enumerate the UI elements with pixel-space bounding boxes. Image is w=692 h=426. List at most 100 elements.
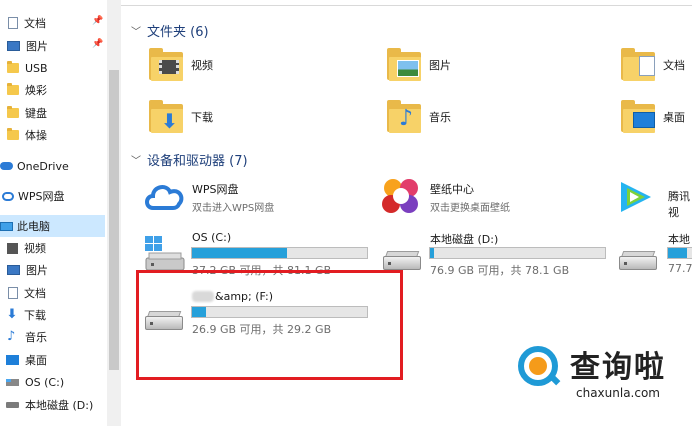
wps-cloud-icon <box>2 191 14 201</box>
nav-item-pictures-quick[interactable]: 图片 <box>0 35 105 57</box>
nav-item-documents-quick[interactable]: 文档 <box>0 12 105 34</box>
os-drive-icon <box>145 236 185 271</box>
nav-item-os-c[interactable]: OS (C:) <box>0 371 105 393</box>
nav-label: 视频 <box>24 242 46 255</box>
folder-icon <box>7 83 19 95</box>
nav-label: OS (C:) <box>25 375 65 389</box>
section-title: 文件夹 (6) <box>147 24 209 40</box>
pin-icon: 📌 <box>92 39 104 49</box>
drive-usage-fill <box>668 248 687 258</box>
nav-label: OneDrive <box>17 159 69 173</box>
drive-usage-fill <box>192 248 287 258</box>
wps-cloud-tile[interactable] <box>143 178 187 214</box>
nav-item-videos[interactable]: 视频 <box>0 237 105 259</box>
app-subtitle: 双击进入WPS网盘 <box>192 203 275 214</box>
watermark-url: chaxunla.com <box>576 386 660 400</box>
watermark-logo-icon <box>518 346 564 392</box>
app-name: 腾讯视 <box>668 190 690 219</box>
folder-tile-downloads[interactable]: ⬇ 下载 <box>149 100 213 134</box>
highlight-box <box>136 270 403 380</box>
nav-item-music[interactable]: ♪ 音乐 <box>0 326 105 348</box>
folder-icon <box>7 106 19 118</box>
documents-folder-icon <box>621 48 655 82</box>
nav-label: 本地磁盘 (D:) <box>25 399 94 412</box>
nav-label: 桌面 <box>25 354 47 367</box>
wps-cloud-large-icon <box>145 185 184 210</box>
chevron-down-icon: ﹀ <box>131 155 141 167</box>
nav-label: USB <box>25 61 48 75</box>
pictures-icon <box>7 265 20 275</box>
nav-label: 键盘 <box>25 107 47 120</box>
nav-item-documents[interactable]: 文档 <box>0 282 105 304</box>
folder-tile-desktop[interactable]: 桌面 <box>621 100 685 134</box>
drive-usage-fill <box>430 248 434 258</box>
nav-label: 体操 <box>25 129 47 142</box>
pictures-icon <box>7 41 20 51</box>
drive-name: 本地 <box>668 233 690 246</box>
nav-item-wps-cloud[interactable]: WPS网盘 <box>0 185 105 207</box>
folder-label: 视频 <box>191 59 213 72</box>
nav-item-downloads[interactable]: ⬇ 下载 <box>0 304 105 326</box>
nav-label: 文档 <box>24 287 46 300</box>
nav-item-usb[interactable]: USB <box>0 57 105 79</box>
nav-item-keyboard[interactable]: 键盘 <box>0 102 105 124</box>
nav-label: 此电脑 <box>17 220 50 233</box>
folder-label: 桌面 <box>663 111 685 124</box>
app-name: WPS网盘 <box>192 183 239 196</box>
app-name: 壁纸中心 <box>430 183 474 196</box>
nav-item-gymnastics[interactable]: 体操 <box>0 124 105 146</box>
nav-label: 图片 <box>26 40 48 53</box>
folders-section-header[interactable]: ﹀ 文件夹 (6) <box>131 21 209 40</box>
folder-tile-videos[interactable]: 视频 <box>149 48 213 82</box>
nav-label: 图片 <box>26 264 48 277</box>
videos-folder-icon <box>149 48 183 82</box>
onedrive-icon <box>0 162 13 170</box>
nav-item-onedrive[interactable]: OneDrive <box>0 155 105 177</box>
folder-tile-music[interactable]: ♪ 音乐 <box>387 100 451 134</box>
folder-label: 图片 <box>429 59 451 72</box>
downloads-folder-icon: ⬇ <box>149 100 183 134</box>
nav-item-drive-d[interactable]: 本地磁盘 (D:) <box>0 394 105 416</box>
music-folder-icon: ♪ <box>387 100 421 134</box>
document-icon <box>8 287 18 299</box>
navigation-pane: 文档 📌 图片 📌 USB 焕彩 键盘 体操 OneDrive WPS网盘 此电… <box>0 0 107 426</box>
drive-name: 本地磁盘 (D:) <box>430 233 499 246</box>
desktop-folder-icon <box>621 100 655 134</box>
watermark: 查询啦 chaxunla.com <box>514 340 686 408</box>
desktop-icon <box>6 355 19 365</box>
folder-label: 音乐 <box>429 111 451 124</box>
drive-usage-bar <box>667 247 692 259</box>
nav-label: 音乐 <box>25 331 47 344</box>
pin-icon: 📌 <box>92 16 104 26</box>
nav-item-pictures[interactable]: 图片 <box>0 259 105 281</box>
chevron-down-icon: ﹀ <box>131 26 141 38</box>
folder-tile-pictures[interactable]: 图片 <box>387 48 451 82</box>
nav-item-desktop[interactable]: 桌面 <box>0 349 105 371</box>
app-subtitle: 双击更换桌面壁纸 <box>430 203 510 214</box>
nav-item-this-pc[interactable]: 此电脑 <box>0 215 105 237</box>
drive-icon <box>6 402 19 408</box>
download-icon: ⬇ <box>6 307 18 322</box>
wallpaper-center-icon <box>382 179 418 213</box>
videos-icon <box>7 242 18 254</box>
nav-label: WPS网盘 <box>18 190 65 203</box>
drive-name: OS (C:) <box>192 231 232 244</box>
sidebar-scroll-thumb[interactable] <box>109 70 119 370</box>
wallpaper-center-tile[interactable] <box>379 176 423 218</box>
drive-usage-text: 77.7 <box>668 262 692 275</box>
drive-usage-bar <box>191 247 368 259</box>
section-title: 设备和驱动器 (7) <box>147 153 248 169</box>
pictures-folder-icon <box>387 48 421 82</box>
this-pc-icon <box>0 221 13 231</box>
nav-item-huancai[interactable]: 焕彩 <box>0 79 105 101</box>
tencent-video-tile[interactable] <box>615 178 655 216</box>
drive-usage-bar <box>429 247 606 259</box>
drive-icon <box>383 250 421 270</box>
folder-tile-documents[interactable]: 文档 <box>621 48 685 82</box>
nav-label: 焕彩 <box>25 84 47 97</box>
os-drive-icon <box>6 378 19 386</box>
music-icon: ♪ <box>7 329 16 344</box>
devices-section-header[interactable]: ﹀ 设备和驱动器 (7) <box>131 150 248 169</box>
folder-label: 文档 <box>663 59 685 72</box>
document-icon <box>8 17 18 29</box>
